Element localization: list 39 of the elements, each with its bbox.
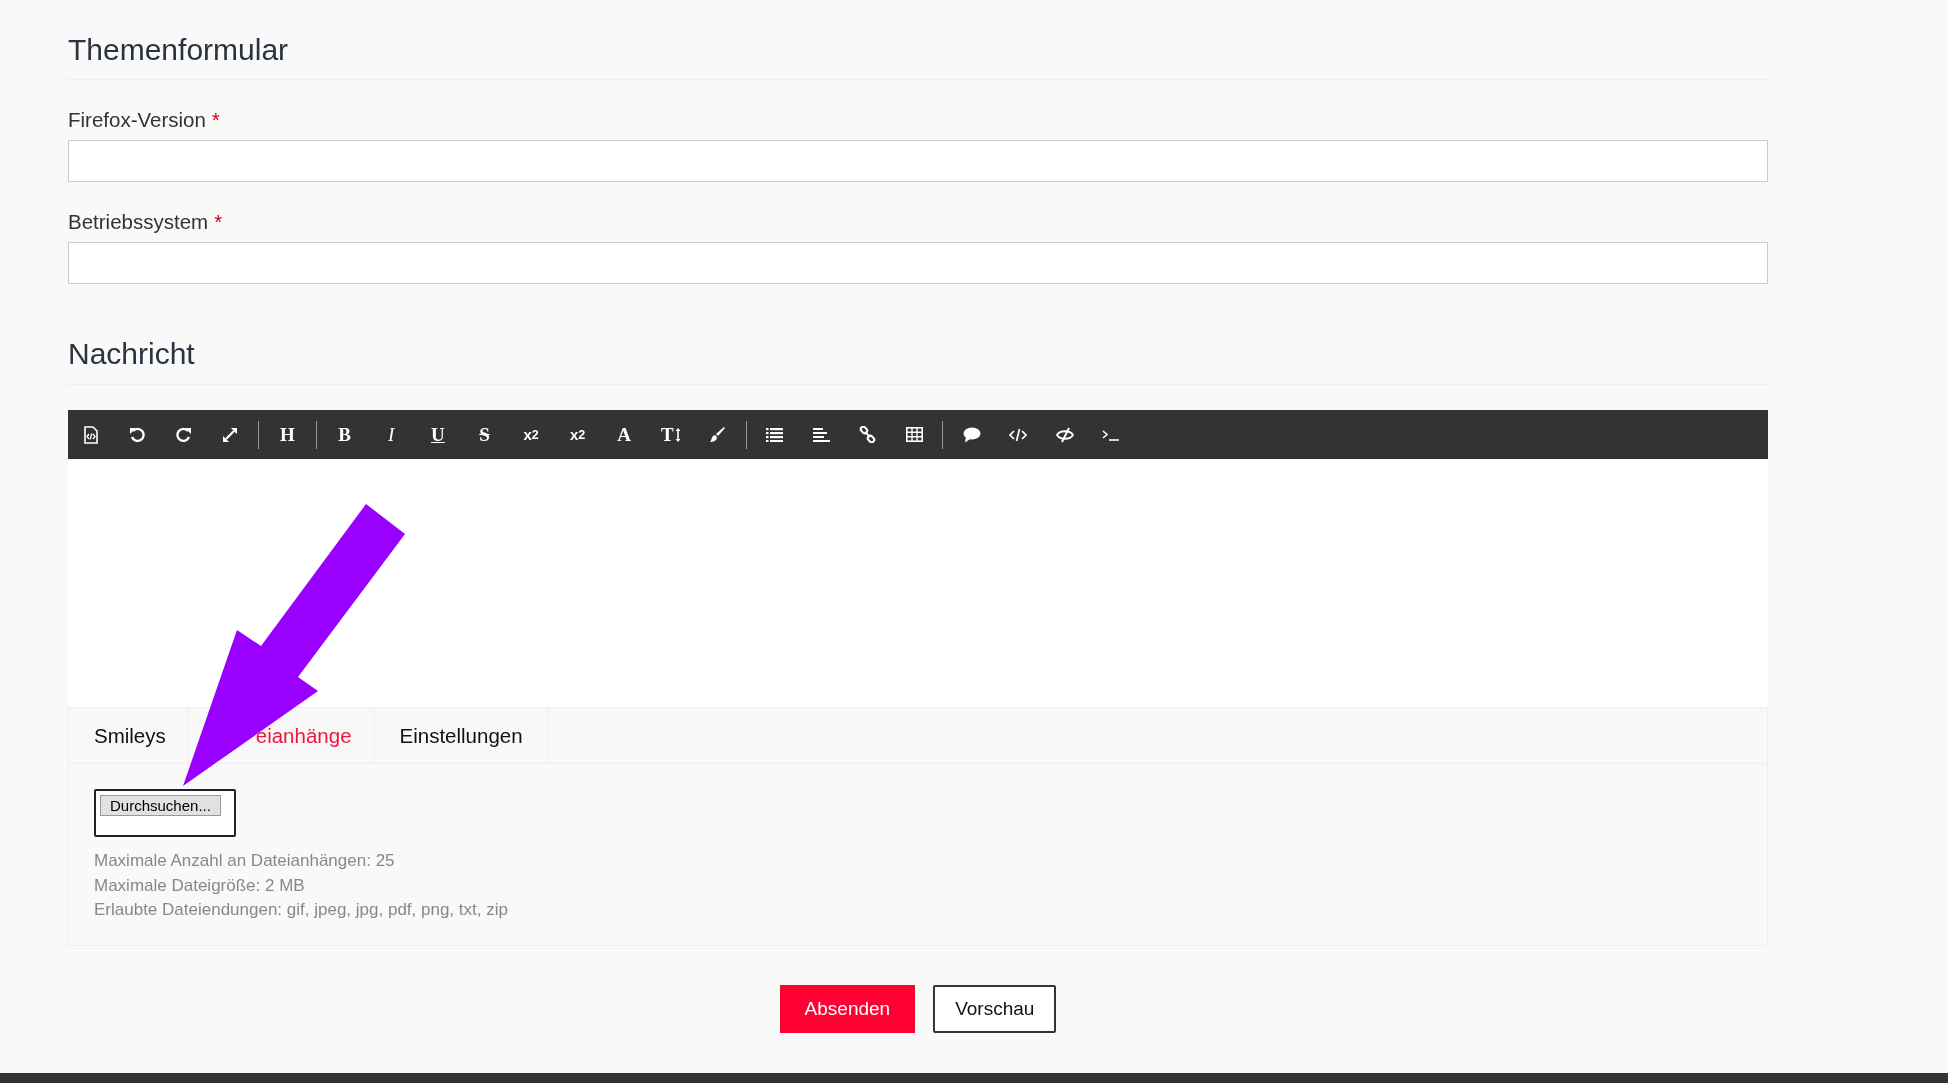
text-size-button[interactable]: T [652, 416, 690, 453]
text-editor[interactable] [68, 459, 1768, 707]
browse-button[interactable]: Durchsuchen... [100, 795, 221, 816]
info-text: Maximale Anzahl an Dateianhängen: 25 [94, 850, 396, 872]
strike-button[interactable]: S [465, 416, 503, 453]
terminal-icon [1102, 428, 1121, 441]
section-title: Nachricht [68, 334, 1768, 385]
required-asterisk: * [214, 210, 223, 234]
form-title: Themenformular [68, 30, 1768, 80]
preview-button[interactable]: Vorschau [933, 984, 1057, 1033]
field-label: Firefox-Version [68, 108, 206, 132]
italic-button[interactable]: I [372, 416, 410, 453]
table-icon [905, 427, 923, 442]
speech-bubble-icon [962, 426, 981, 443]
align-left-icon [812, 427, 830, 442]
submit-button[interactable]: Absenden [779, 984, 916, 1033]
info-text: Maximale Dateigröße: 2 MB [94, 874, 306, 897]
vertical-arrow-icon [674, 426, 681, 443]
bold-button[interactable]: B [326, 416, 364, 453]
tab[interactable]: Einstellungen [374, 708, 549, 763]
expand-icon [222, 426, 239, 443]
input-field[interactable] [68, 242, 1768, 284]
info-text: Erlaubte Dateiendungen: gif, jpeg, jpg, pdf, png, txt, zip [94, 899, 509, 921]
redo-icon [175, 426, 193, 443]
input-field[interactable] [68, 140, 1768, 182]
undo-icon [128, 426, 146, 443]
link-icon [859, 426, 877, 443]
upload-button[interactable]: Durchsuchen... [94, 789, 236, 837]
heading-button[interactable]: H [268, 416, 306, 453]
list-icon [766, 427, 784, 442]
brush-icon [708, 426, 726, 443]
hidden-eye-icon [1055, 426, 1074, 443]
underline-button[interactable]: U [419, 416, 457, 453]
code-icon [1009, 427, 1028, 442]
file-code-icon [82, 425, 99, 444]
required-asterisk: * [211, 108, 220, 132]
field-label: Betriebssystem [68, 210, 209, 234]
font-button[interactable]: A [605, 416, 643, 453]
tab[interactable]: Smileys [69, 708, 188, 763]
